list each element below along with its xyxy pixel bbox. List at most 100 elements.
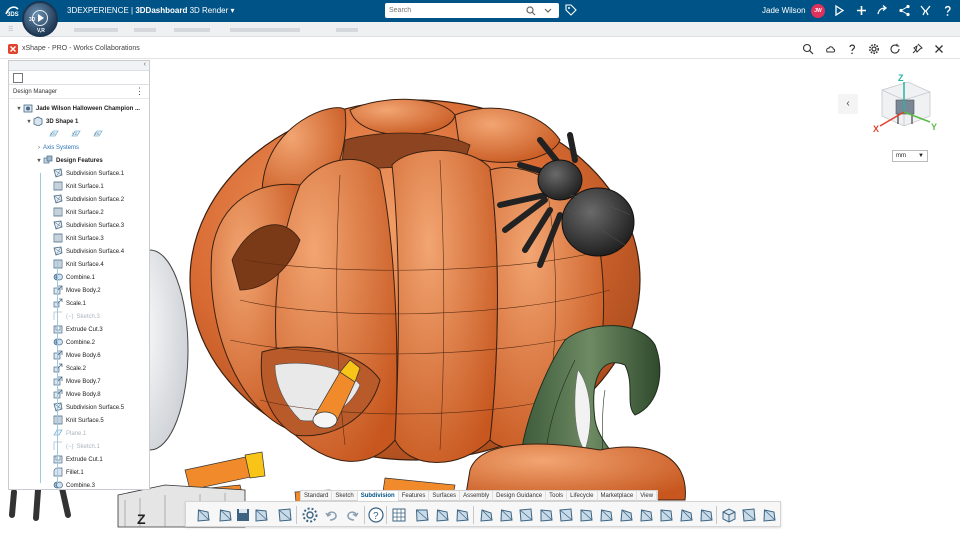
tree-node-root[interactable]: ▾ Jade Wilson Halloween Champion ... xyxy=(15,103,140,116)
tree-toggle-icon[interactable]: ▾ xyxy=(15,103,23,116)
chevron-left-icon[interactable]: ‹ xyxy=(144,61,146,68)
tab-features[interactable]: Features xyxy=(399,491,430,501)
tree-node-feature[interactable]: (−) Sketch.1 xyxy=(53,441,100,454)
cube-icon[interactable] xyxy=(720,506,738,524)
tab-standard[interactable]: Standard xyxy=(301,491,333,501)
tree-toggle-icon[interactable]: › xyxy=(35,142,43,155)
search-input[interactable] xyxy=(389,5,519,16)
split-icon[interactable] xyxy=(557,506,575,524)
avatar[interactable]: JW xyxy=(811,4,825,18)
forward-icon[interactable] xyxy=(876,4,889,17)
mirror-icon[interactable] xyxy=(577,506,595,524)
tree-node-feature[interactable]: Knit Surface.5 xyxy=(53,415,104,428)
brand-title[interactable]: 3DEXPERIENCE | 3DDashboard 3D Render ▾ xyxy=(67,6,235,15)
settings-icon[interactable] xyxy=(301,506,319,524)
tab-subdivision[interactable]: Subdivision xyxy=(357,491,399,501)
view-cube-compass[interactable]: Z X Y xyxy=(868,72,940,136)
tab-marketplace[interactable]: Marketplace xyxy=(598,491,638,501)
help-icon[interactable]: ? xyxy=(367,506,385,524)
tree-node-feature[interactable]: Combine.1 xyxy=(53,272,95,285)
user-name[interactable]: Jade Wilson xyxy=(762,6,806,15)
update-icon[interactable] xyxy=(252,506,270,524)
search-icon[interactable] xyxy=(526,6,536,16)
tree-node-feature[interactable]: Knit Surface.3 xyxy=(53,233,104,246)
search-icon[interactable] xyxy=(802,43,814,55)
refresh-icon[interactable] xyxy=(889,43,901,55)
bridge-icon[interactable] xyxy=(537,506,555,524)
cloud-icon[interactable] xyxy=(824,43,836,55)
tree-node-feature[interactable]: Knit Surface.1 xyxy=(53,181,104,194)
tree-node-feature[interactable]: Plane.1 xyxy=(53,428,86,441)
tree-node-plane-xy[interactable]: XY xyxy=(49,129,62,142)
compass-widget[interactable]: 3D V,R xyxy=(22,1,58,37)
tree-node-feature[interactable]: Move Body.2 xyxy=(53,285,101,298)
3ds-logo-icon[interactable]: 3DS xyxy=(4,3,20,19)
grid-icon[interactable] xyxy=(390,506,408,524)
tree-node-feature[interactable]: Extrude Cut.3 xyxy=(53,324,103,337)
crease-icon[interactable] xyxy=(657,506,675,524)
tree-node-plane-yz[interactable]: YZ xyxy=(71,129,84,142)
tab-lifecycle[interactable]: Lifecycle xyxy=(567,491,598,501)
chevron-down-icon[interactable]: ▾ xyxy=(231,6,235,15)
tree-node-feature[interactable]: Subdivision Surface.2 xyxy=(53,194,124,207)
pin-icon[interactable] xyxy=(911,43,923,55)
paste-icon[interactable] xyxy=(276,506,294,524)
face-icon[interactable] xyxy=(497,506,515,524)
move-icon[interactable] xyxy=(194,506,212,524)
tree-node-feature[interactable]: Subdivision Surface.4 xyxy=(53,246,124,259)
chevron-left-icon[interactable]: ‹ xyxy=(838,94,858,114)
tree-node-feature[interactable]: Knit Surface.2 xyxy=(53,207,104,220)
tab-assembly[interactable]: Assembly xyxy=(460,491,494,501)
help-icon[interactable] xyxy=(846,43,858,55)
wedge-icon[interactable] xyxy=(517,506,535,524)
tree-toggle-icon[interactable]: ▾ xyxy=(35,155,43,168)
attract-icon[interactable] xyxy=(677,506,695,524)
tree-node-feature[interactable]: Move Body.8 xyxy=(53,389,101,402)
extrude-icon[interactable] xyxy=(477,506,495,524)
share-arrow-icon[interactable] xyxy=(833,4,846,17)
kebab-menu-icon[interactable]: ⋮ xyxy=(135,87,144,96)
tab-view[interactable]: View xyxy=(637,491,658,501)
spider-legs-model[interactable] xyxy=(9,485,71,521)
compass-play-icon[interactable] xyxy=(38,14,44,22)
sweep-icon[interactable] xyxy=(740,506,758,524)
tab-design-guidance[interactable]: Design Guidance xyxy=(493,491,547,501)
add-icon[interactable] xyxy=(855,4,868,17)
tag-icon[interactable] xyxy=(565,4,577,16)
tab-tools[interactable]: Tools xyxy=(546,491,568,501)
tree-node-feature[interactable]: Combine.2 xyxy=(53,337,95,350)
undo-icon[interactable] xyxy=(323,506,341,524)
save-icon[interactable] xyxy=(234,506,252,524)
tree-node-design-features[interactable]: ▾ Design Features xyxy=(35,155,103,168)
tree-node-feature[interactable]: Extrude Cut.1 xyxy=(53,454,103,467)
units-select[interactable]: mm ▼ xyxy=(892,150,928,162)
transform-icon[interactable] xyxy=(453,506,471,524)
tree-node-feature[interactable]: Subdivision Surface.3 xyxy=(53,220,124,233)
tree-node-feature[interactable]: Subdivision Surface.1 xyxy=(53,168,124,181)
redo-icon[interactable] xyxy=(343,506,361,524)
pipe-icon[interactable] xyxy=(697,506,715,524)
tree-node-plane-zx[interactable]: ZX xyxy=(93,129,106,142)
box-icon[interactable] xyxy=(413,506,431,524)
tree-node-feature[interactable]: Move Body.6 xyxy=(53,350,101,363)
tree-node-axis-systems[interactable]: › Axis Systems xyxy=(35,142,79,155)
close-icon[interactable] xyxy=(933,43,945,55)
primitive-icon[interactable] xyxy=(597,506,615,524)
cage-icon[interactable] xyxy=(433,506,451,524)
tree-node-feature[interactable]: Combine.3 xyxy=(53,480,95,489)
search-box[interactable] xyxy=(385,3,559,18)
help-icon[interactable] xyxy=(941,4,954,17)
tree-node-feature[interactable]: Move Body.7 xyxy=(53,376,101,389)
copy-icon[interactable] xyxy=(216,506,234,524)
community-icon[interactable] xyxy=(919,4,932,17)
tree-toggle-icon[interactable]: ▾ xyxy=(25,116,33,129)
weld-icon[interactable] xyxy=(637,506,655,524)
tab-sketch[interactable]: Sketch xyxy=(332,491,358,501)
fill-icon[interactable] xyxy=(760,506,778,524)
tab-surfaces[interactable]: Surfaces xyxy=(429,491,461,501)
share-icon[interactable] xyxy=(898,4,911,17)
tree-node-feature[interactable]: (−) Sketch.3 xyxy=(53,311,100,324)
search-dropdown-icon[interactable] xyxy=(543,7,553,15)
gear-icon[interactable] xyxy=(868,43,880,55)
tree-view-tab-icon[interactable] xyxy=(13,73,23,83)
